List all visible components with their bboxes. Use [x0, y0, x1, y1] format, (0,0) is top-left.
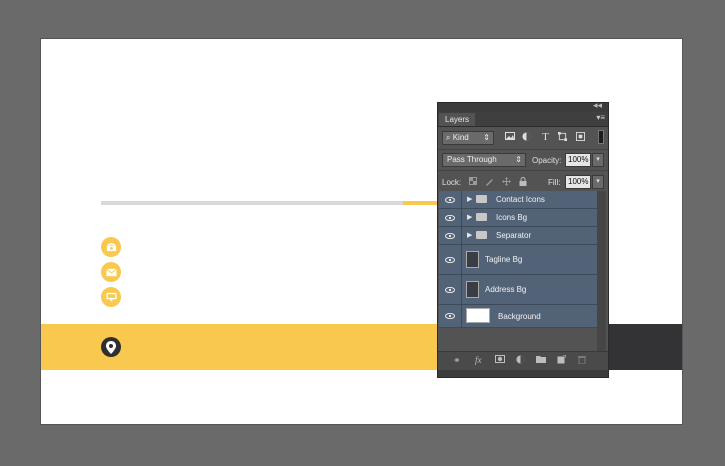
panel-resize-grip[interactable]	[438, 370, 608, 377]
fill-dropdown-icon[interactable]: ▾	[592, 175, 604, 189]
expand-arrow-icon[interactable]: ▶	[467, 231, 472, 239]
layer-name: Address Bg	[485, 285, 527, 294]
fx-icon[interactable]: fx	[475, 355, 482, 365]
image-icon[interactable]	[504, 132, 515, 143]
fill-field[interactable]: 100%	[565, 175, 591, 189]
updown-arrows-icon: ⇕	[515, 155, 522, 164]
phone-icon	[101, 237, 121, 257]
lock-image-icon[interactable]	[485, 177, 494, 188]
visibility-eye-icon[interactable]	[439, 275, 462, 304]
filter-toggle[interactable]	[598, 130, 604, 144]
shape-icon[interactable]	[557, 132, 568, 143]
folder-icon	[476, 195, 487, 203]
folder-icon	[476, 213, 487, 221]
blend-mode-select[interactable]: Pass Through ⇕	[442, 153, 526, 167]
layer-name: Background	[498, 312, 541, 321]
smart-object-icon[interactable]	[575, 132, 586, 143]
blend-mode-value: Pass Through	[447, 155, 497, 164]
layer-name: Separator	[496, 231, 532, 240]
folder-icon	[476, 231, 487, 239]
chat-icon	[101, 287, 121, 307]
expand-arrow-icon[interactable]: ▶	[467, 213, 472, 221]
fill-label: Fill:	[548, 178, 561, 187]
tagline-band	[607, 324, 682, 370]
layer-row[interactable]: ▶ Contact Icons	[439, 191, 597, 209]
panel-menu-icon[interactable]: ▾≡	[596, 113, 605, 122]
shape-thumbnail	[466, 251, 479, 268]
lock-row: Lock: Fill: 100% ▾	[438, 170, 608, 193]
expand-arrow-icon[interactable]: ▶	[467, 195, 472, 203]
layer-list[interactable]: ▶ Contact Icons ▶ Icons Bg ▶ Separator T…	[439, 191, 597, 328]
opacity-field[interactable]: 100%	[565, 153, 591, 167]
type-icon[interactable]: T	[540, 132, 551, 143]
mail-icon	[101, 262, 121, 282]
layer-row[interactable]: Background	[439, 305, 597, 328]
shape-thumbnail	[466, 281, 479, 298]
map-pin-icon	[101, 337, 121, 357]
new-group-icon[interactable]	[536, 355, 546, 365]
adjustment-icon[interactable]	[521, 132, 532, 143]
search-icon: ⌕	[446, 133, 451, 142]
separator-accent	[403, 201, 438, 205]
filter-row: ⌕ Kind ⇕ T	[438, 127, 608, 149]
panel-bottom-bar: ⚭ fx	[438, 351, 608, 370]
layers-panel[interactable]: ◂◂ × Layers ▾≡ ⌕ Kind ⇕ T Pass Through ⇕	[437, 100, 609, 378]
delete-layer-icon[interactable]	[578, 355, 586, 366]
lock-label: Lock:	[442, 178, 462, 187]
blend-row: Pass Through ⇕ Opacity: 100% ▾	[438, 149, 608, 170]
visibility-eye-icon[interactable]	[439, 227, 462, 244]
visibility-eye-icon[interactable]	[439, 209, 462, 226]
lock-all-icon[interactable]	[519, 177, 527, 188]
lock-position-icon[interactable]	[502, 177, 511, 188]
layer-row[interactable]: ▶ Icons Bg	[439, 209, 597, 227]
panel-tabbar: Layers ▾≡	[438, 112, 608, 127]
updown-arrows-icon: ⇕	[483, 133, 490, 142]
background-thumbnail	[466, 308, 490, 323]
layer-row[interactable]: Address Bg	[439, 275, 597, 305]
panel-titlebar[interactable]: ◂◂ ×	[438, 100, 608, 112]
lock-transparent-icon[interactable]	[469, 177, 477, 187]
new-adjustment-icon[interactable]	[516, 355, 525, 366]
opacity-dropdown-icon[interactable]: ▾	[592, 153, 604, 167]
filter-kind-label: Kind	[452, 133, 469, 142]
filter-kind-select[interactable]: ⌕ Kind ⇕	[442, 131, 494, 145]
visibility-eye-icon[interactable]	[439, 305, 462, 327]
new-layer-icon[interactable]	[557, 354, 567, 366]
layer-name: Icons Bg	[496, 213, 528, 222]
collapse-icon[interactable]: ◂◂	[593, 100, 602, 111]
tab-layers[interactable]: Layers	[439, 113, 476, 126]
layer-list-scrollbar[interactable]	[597, 191, 606, 356]
layer-name: Contact Icons	[496, 195, 545, 204]
layer-row[interactable]: ▶ Separator	[439, 227, 597, 245]
visibility-eye-icon[interactable]	[439, 245, 462, 274]
opacity-label: Opacity:	[532, 156, 562, 165]
layer-row[interactable]: Tagline Bg	[439, 245, 597, 275]
link-layers-icon[interactable]: ⚭	[453, 355, 461, 366]
visibility-eye-icon[interactable]	[439, 191, 462, 208]
separator-line	[101, 201, 403, 205]
layer-name: Tagline Bg	[485, 255, 523, 264]
add-mask-icon[interactable]	[495, 355, 505, 365]
